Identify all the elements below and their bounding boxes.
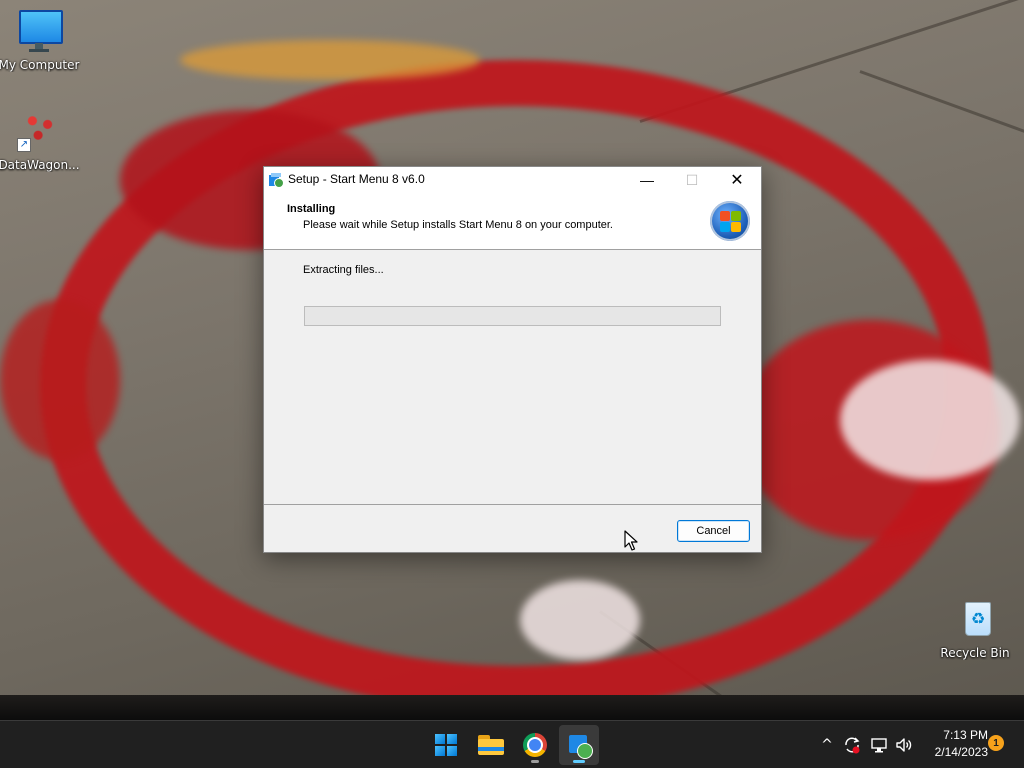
- install-progress-bar: [304, 306, 721, 326]
- taskbar-chrome[interactable]: [515, 725, 555, 765]
- desktop-icon-label: Recycle Bin: [940, 646, 1010, 660]
- chevron-up-icon: ^: [821, 737, 833, 753]
- wallpaper-dark-band: [0, 695, 1024, 720]
- desktop-icon-my-computer[interactable]: My Computer: [0, 8, 81, 72]
- setup-dialog: Setup - Start Menu 8 v6.0 — ☐ ✕ Installi…: [263, 166, 762, 553]
- network-icon: [871, 738, 887, 753]
- sync-error-icon: [845, 737, 860, 754]
- mouse-cursor-icon: [624, 530, 638, 551]
- taskbar-clock[interactable]: 7:13 PM 2/14/2023: [920, 727, 988, 761]
- close-icon: ✕: [730, 172, 744, 189]
- close-button[interactable]: ✕: [714, 167, 760, 193]
- cancel-button-label: Cancel: [696, 525, 731, 537]
- petal-blob: [0, 300, 120, 460]
- notification-badge[interactable]: 1: [988, 735, 1004, 751]
- volume-tray-button[interactable]: [893, 721, 915, 768]
- petal-blob: [840, 360, 1020, 480]
- taskbar: ^ 7:13 PM 2/14/2023: [0, 720, 1024, 768]
- petal-blob: [520, 580, 640, 660]
- notification-count: 1: [993, 737, 999, 749]
- minimize-button[interactable]: —: [624, 167, 670, 193]
- taskbar-setup[interactable]: [559, 725, 599, 765]
- desktop-icon-recycle-bin[interactable]: ♻ Recycle Bin: [933, 596, 1017, 660]
- desktop-icon-datawagon[interactable]: ↗ DataWagon...: [0, 108, 81, 172]
- speaker-icon: [896, 738, 912, 752]
- dialog-titlebar[interactable]: Setup - Start Menu 8 v6.0 — ☐ ✕: [264, 167, 761, 193]
- desktop-icon-label: DataWagon...: [0, 158, 80, 172]
- show-hidden-icons-button[interactable]: ^: [818, 721, 836, 768]
- sync-tray-button[interactable]: [841, 721, 863, 768]
- chrome-icon: [523, 733, 547, 757]
- cancel-button[interactable]: Cancel: [677, 520, 750, 542]
- network-tray-button[interactable]: [868, 721, 890, 768]
- datawagon-shortcut-icon: ↗: [15, 108, 63, 156]
- maximize-button: ☐: [669, 167, 715, 193]
- windows-orb-icon: [710, 201, 750, 241]
- start-button[interactable]: [426, 725, 466, 765]
- active-indicator: [573, 760, 585, 763]
- monitor-icon: [15, 8, 63, 56]
- folder-icon: [478, 735, 504, 755]
- running-indicator: [531, 760, 539, 763]
- windows-logo-icon: [435, 734, 457, 756]
- dialog-title: Setup - Start Menu 8 v6.0: [288, 172, 425, 186]
- shortcut-arrow-icon: ↗: [17, 138, 31, 152]
- setup-icon: [567, 733, 593, 759]
- clock-date: 2/14/2023: [934, 745, 988, 759]
- header-title: Installing: [287, 203, 336, 215]
- maximize-icon: ☐: [685, 171, 699, 188]
- footer-divider: [264, 504, 761, 505]
- taskbar-file-explorer[interactable]: [471, 725, 511, 765]
- desktop-icon-label: My Computer: [0, 58, 80, 72]
- minimize-icon: —: [640, 172, 654, 188]
- setup-app-icon: [269, 173, 284, 188]
- dialog-header: Installing Please wait while Setup insta…: [264, 193, 761, 250]
- paving-line: [859, 70, 1024, 142]
- header-subtitle: Please wait while Setup installs Start M…: [303, 219, 613, 231]
- status-text: Extracting files...: [303, 264, 384, 276]
- clock-time: 7:13 PM: [943, 728, 988, 742]
- petal-blob: [180, 40, 480, 80]
- recycle-bin-icon: ♻: [951, 596, 999, 644]
